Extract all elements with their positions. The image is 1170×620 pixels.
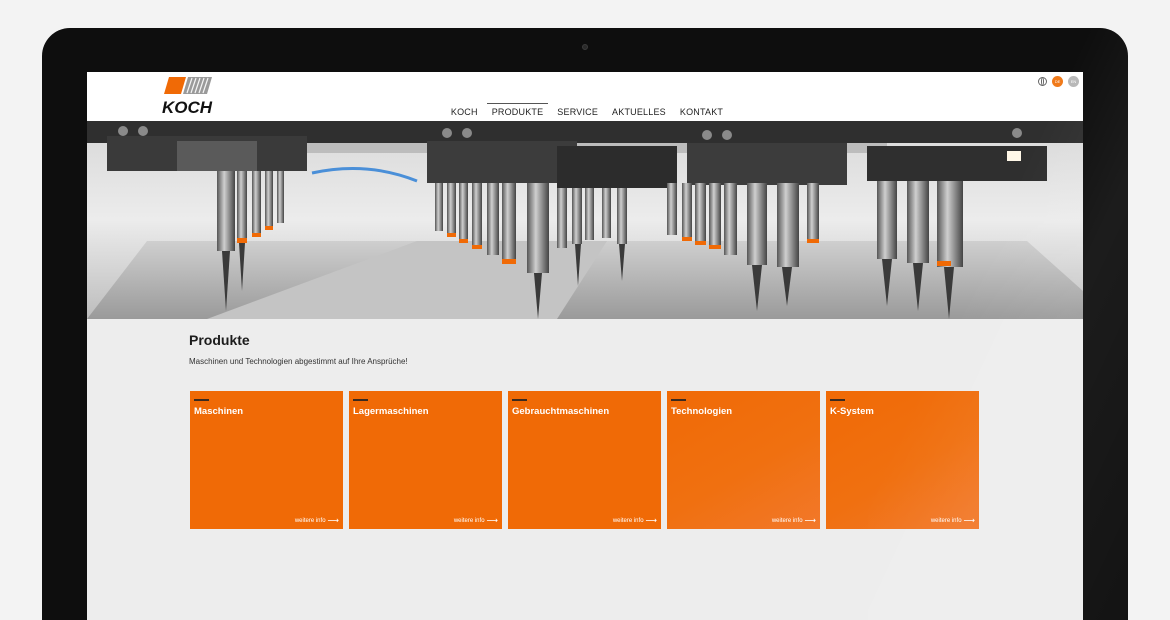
nav-item-aktuelles[interactable]: AKTUELLES [605, 104, 673, 120]
tile-accent-bar [512, 399, 527, 401]
lang-en-button[interactable]: EN [1068, 76, 1079, 87]
arrow-right-icon: ⟶ [327, 516, 339, 525]
tile-accent-bar [671, 399, 686, 401]
tile-accent-bar [194, 399, 209, 401]
tile-maschinen[interactable]: Maschinen weitere info ⟶ [190, 391, 343, 529]
tile-title: Gebrauchtmaschinen [512, 406, 610, 417]
tile-more-label: weitere info [612, 518, 644, 524]
arrow-right-icon: ⟶ [804, 516, 816, 525]
tile-more-label: weitere info [771, 518, 803, 524]
nav-item-service[interactable]: SERVICE [550, 104, 605, 120]
lang-de-button[interactable]: DE [1052, 76, 1063, 87]
nav-item-koch[interactable]: KOCH [444, 104, 485, 120]
arrow-right-icon: ⟶ [963, 516, 975, 525]
globe-icon[interactable] [1038, 77, 1047, 86]
tile-accent-bar [353, 399, 368, 401]
tile-more-link[interactable]: weitere info ⟶ [930, 516, 975, 525]
tile-more-label: weitere info [294, 518, 326, 524]
tile-title: K-System [830, 406, 874, 417]
page-title: Produkte [189, 332, 250, 348]
product-tiles: Maschinen weitere info ⟶ Lagermaschinen … [190, 391, 979, 529]
tile-title: Maschinen [194, 406, 244, 417]
page-subtitle: Maschinen und Technologien abgestimmt au… [189, 357, 408, 366]
tile-accent-bar [830, 399, 845, 401]
tile-more-label: weitere info [453, 518, 485, 524]
tile-more-link[interactable]: weitere info ⟶ [612, 516, 657, 525]
tile-title: Lagermaschinen [353, 406, 429, 417]
monitor-bezel: KOCH KOCH PRODUKTE SERVICE AKTUELLES KON… [42, 28, 1128, 620]
tile-more-label: weitere info [930, 518, 962, 524]
tile-lagermaschinen[interactable]: Lagermaschinen weitere info ⟶ [349, 391, 502, 529]
main-nav: KOCH PRODUKTE SERVICE AKTUELLES KONTAKT [87, 103, 1083, 120]
nav-item-produkte[interactable]: PRODUKTE [485, 103, 551, 120]
site-header: KOCH KOCH PRODUKTE SERVICE AKTUELLES KON… [87, 72, 1083, 121]
tile-k-system[interactable]: K-System weitere info ⟶ [826, 391, 979, 529]
tile-more-link[interactable]: weitere info ⟶ [453, 516, 498, 525]
arrow-right-icon: ⟶ [645, 516, 657, 525]
camera-icon [582, 44, 588, 50]
tile-more-link[interactable]: weitere info ⟶ [771, 516, 816, 525]
nav-item-kontakt[interactable]: KONTAKT [673, 104, 730, 120]
tile-title: Technologien [671, 406, 733, 417]
tile-gebrauchtmaschinen[interactable]: Gebrauchtmaschinen weitere info ⟶ [508, 391, 661, 529]
hero-image [87, 121, 1083, 319]
language-switcher: DE EN [1038, 76, 1079, 87]
arrow-right-icon: ⟶ [486, 516, 498, 525]
tile-more-link[interactable]: weitere info ⟶ [294, 516, 339, 525]
tile-technologien[interactable]: Technologien weitere info ⟶ [667, 391, 820, 529]
browser-screen: KOCH KOCH PRODUKTE SERVICE AKTUELLES KON… [87, 72, 1083, 620]
